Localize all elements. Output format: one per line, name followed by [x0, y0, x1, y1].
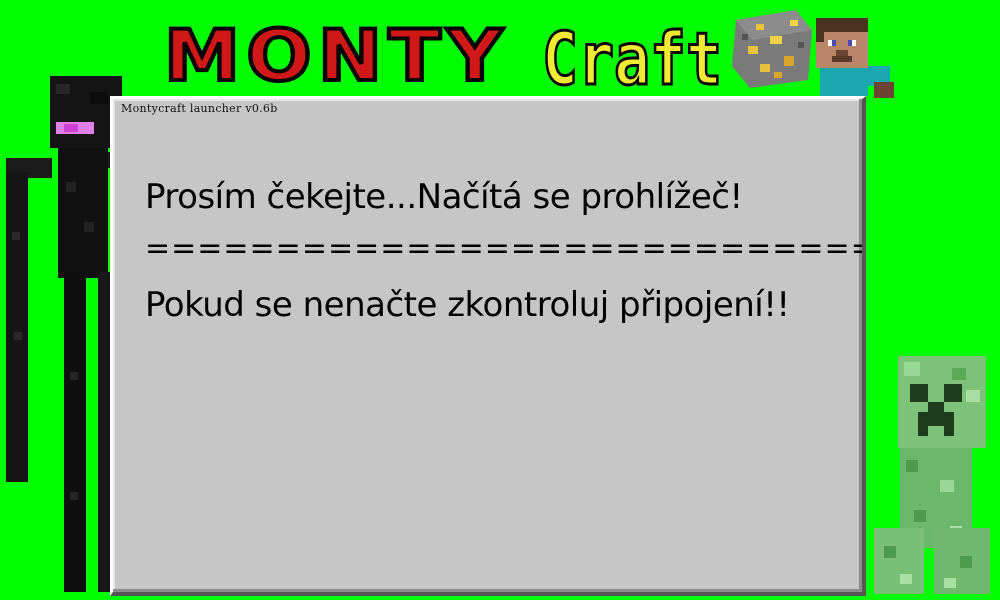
logo-monty-text: MONTY: [164, 18, 509, 90]
window-title: Montycraft launcher v0.6b: [121, 102, 278, 115]
steve-icon: [816, 18, 894, 98]
connection-hint-message: Pokud se nenačte zkontroluj připojení!!: [145, 285, 790, 325]
gold-ore-block-icon: [732, 10, 812, 88]
montycraft-logo: MONTY: [162, 18, 509, 90]
craft-logo: Craft: [541, 16, 724, 95]
launcher-panel: Montycraft launcher v0.6b Prosím čekejte…: [110, 96, 866, 596]
separator-line: ========================================…: [145, 231, 862, 266]
loading-message: Prosím čekejte...Načítá se prohlížeč!: [145, 177, 743, 217]
creeper-icon: [874, 356, 990, 594]
panel-bevel: [113, 99, 862, 592]
logo-craft-text: Craft: [542, 17, 722, 94]
